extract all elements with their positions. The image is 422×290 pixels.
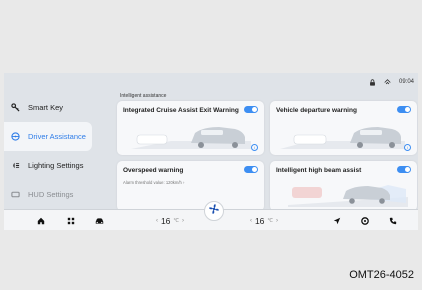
media-icon[interactable] [358, 210, 372, 230]
sidebar-item-label: Driver Assistance [28, 132, 86, 141]
temp-increase-icon[interactable]: › [182, 218, 184, 224]
info-icon[interactable]: i [404, 144, 411, 151]
hud-icon [10, 190, 20, 200]
sidebar-item-lighting-settings[interactable]: Lighting Settings [4, 151, 92, 180]
temp-decrease-icon[interactable]: ‹ [250, 218, 252, 224]
right-temperature-control[interactable]: ‹ 16 ℃ › [240, 210, 288, 230]
overspeed-toggle[interactable] [244, 166, 258, 173]
sidebar-item-driver-assistance[interactable]: Driver Assistance [4, 122, 92, 151]
sidebar-item-label: HUD Settings [28, 190, 74, 199]
phone-icon[interactable] [386, 210, 400, 230]
sidebar-item-label: Smart Key [28, 103, 64, 112]
fan-button[interactable] [204, 201, 224, 221]
signal-icon [384, 78, 391, 86]
lock-icon [369, 78, 376, 86]
navigation-icon[interactable] [330, 210, 344, 230]
key-icon [10, 103, 20, 113]
settings-sidebar: Smart Key Driver Assistance Lighting Set… [4, 93, 92, 209]
vehicle-departure-toggle[interactable] [397, 106, 411, 113]
card-title: Intelligent high beam assist [276, 167, 362, 174]
right-temperature-value: 16 [254, 215, 265, 226]
car-illustration [280, 127, 405, 149]
car-icon[interactable] [92, 210, 106, 230]
sidebar-item-smart-key[interactable]: Smart Key [4, 93, 92, 122]
temperature-unit: ℃ [267, 217, 274, 224]
card-title: Vehicle departure warning [276, 107, 357, 114]
sidebar-item-label: Lighting Settings [28, 161, 84, 170]
temp-decrease-icon[interactable]: ‹ [156, 218, 158, 224]
card-title: Overspeed warning [123, 167, 184, 174]
section-label: Intelligent assistance [120, 93, 167, 99]
infotainment-screen: 09:04 Smart Key Driver Assistance Lighti… [4, 73, 418, 230]
status-bar: 09:04 [369, 76, 414, 88]
figure-code: OMT26-4052 [349, 269, 414, 281]
headlight-icon [10, 161, 20, 171]
home-icon[interactable] [34, 210, 48, 230]
apps-icon[interactable] [64, 210, 78, 230]
sidebar-item-hud-settings[interactable]: HUD Settings [4, 180, 92, 209]
fan-icon [208, 202, 220, 220]
car-illustration [288, 185, 408, 207]
cruise-assist-toggle[interactable] [244, 106, 258, 113]
card-intelligent-high-beam-assist: Intelligent high beam assist [270, 161, 417, 211]
card-cruise-assist-exit-warning: Integrated Cruise Assist Exit Warning i [117, 101, 264, 155]
steering-wheel-icon [10, 132, 20, 142]
high-beam-toggle[interactable] [397, 166, 411, 173]
temp-increase-icon[interactable]: › [276, 218, 278, 224]
card-title: Integrated Cruise Assist Exit Warning [123, 107, 239, 114]
info-icon[interactable]: i [251, 144, 258, 151]
left-temperature-value: 16 [160, 215, 171, 226]
left-temperature-control[interactable]: ‹ 16 ℃ › [146, 210, 194, 230]
clock-time: 09:04 [398, 79, 414, 85]
card-overspeed-warning: Overspeed warning Alarm threshold value:… [117, 161, 264, 211]
alarm-threshold-link[interactable]: Alarm threshold value: 120km/h › [123, 180, 184, 185]
temperature-unit: ℃ [173, 217, 180, 224]
card-vehicle-departure-warning: Vehicle departure warning i [270, 101, 417, 155]
car-illustration [131, 127, 251, 149]
